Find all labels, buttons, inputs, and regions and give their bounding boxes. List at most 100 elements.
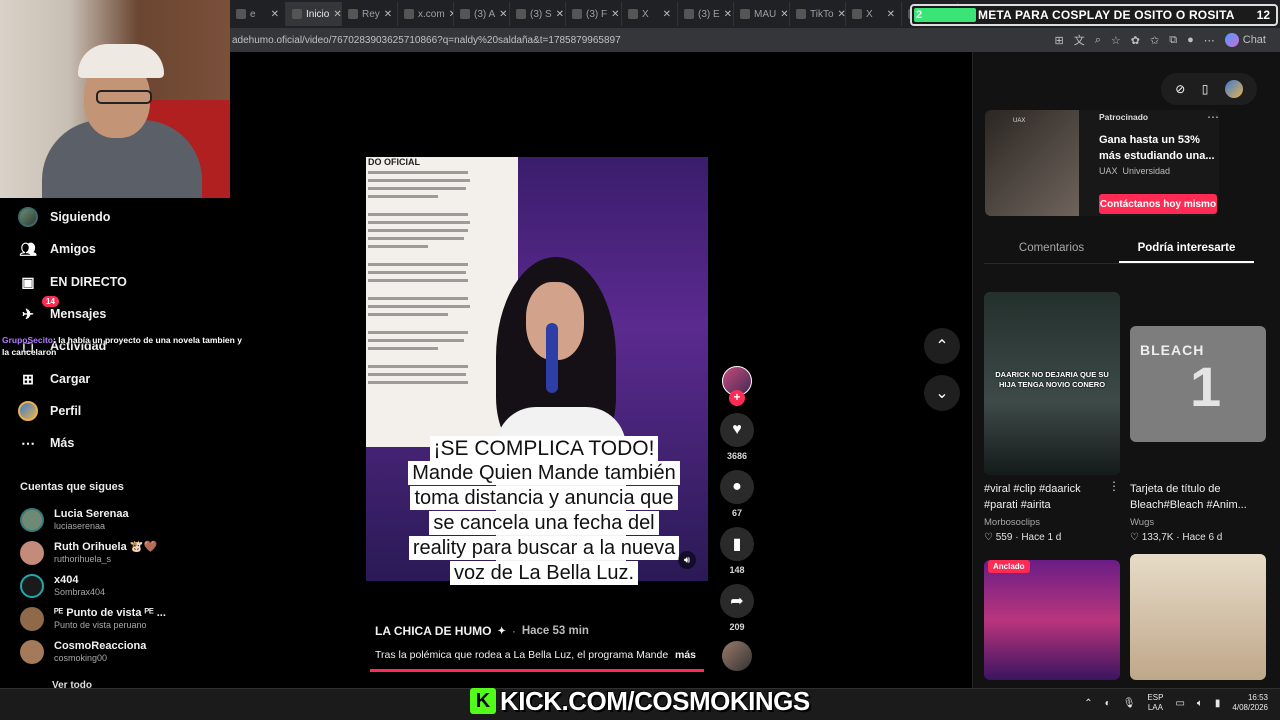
account-username: Punto de vista peruano — [54, 620, 147, 630]
previous-video-button[interactable]: ⌃ — [924, 328, 960, 364]
close-icon[interactable]: ✕ — [271, 9, 279, 20]
browser-tab[interactable]: Inicio ✕ — [286, 2, 342, 26]
following-account[interactable]: Ruth Orihuela 🐮🤎 ruthorihuela_s — [20, 541, 157, 565]
following-account[interactable]: ᴾᴱ Punto de vista ᴾᴱ ... Punto de vista p… — [20, 607, 166, 631]
bookmark-icon[interactable]: ▮ — [720, 527, 754, 561]
comment-icon[interactable]: ● — [720, 470, 754, 504]
browser-tab[interactable]: (3) F ✕ — [566, 2, 622, 26]
share-icon[interactable]: ➦ — [720, 584, 754, 618]
live-icon: ▣ — [21, 273, 35, 290]
following-account[interactable]: CosmoReacciona cosmoking00 — [20, 640, 146, 664]
nav-siguiendo[interactable]: Siguiendo — [18, 207, 110, 227]
menu-icon[interactable]: ⋯ — [1204, 34, 1215, 47]
music-disc-icon[interactable] — [722, 641, 752, 671]
volume-icon[interactable]: 🔊︎ — [678, 551, 696, 569]
browser-tab[interactable]: Rey ✕ — [342, 2, 398, 26]
browser-tab[interactable]: TikTo ✕ — [790, 2, 846, 26]
card-author[interactable]: Morbosoclips — [984, 517, 1040, 528]
tab-comentarios[interactable]: Comentarios — [984, 236, 1119, 263]
close-icon[interactable]: ✕ — [384, 9, 392, 20]
install-icon[interactable]: ⊞ — [1055, 34, 1064, 47]
share-action[interactable]: ➦ 209 — [720, 584, 754, 632]
close-icon[interactable]: ✕ — [838, 9, 845, 20]
card-likes: 133,7K — [1141, 532, 1174, 543]
following-account[interactable]: x404 Sombrax404 — [20, 574, 105, 598]
browser-tab[interactable]: (3) A ✕ — [454, 2, 510, 26]
recommended-video[interactable] — [1130, 554, 1266, 680]
translate-icon[interactable]: 文 — [1074, 32, 1085, 48]
card-title[interactable]: #viral #clip #daarick #parati #airita — [984, 481, 1106, 513]
recommended-video[interactable]: DAARICK NO DEJARIA QUE SU HIJA TENGA NOV… — [984, 292, 1120, 475]
video-progress[interactable] — [370, 669, 704, 672]
close-icon[interactable]: ✕ — [556, 9, 564, 20]
network-icon[interactable]: ▭ — [1175, 698, 1184, 709]
card-stats: ♡ 133,7K · Hace 6 d — [1130, 532, 1223, 543]
browser-tab[interactable]: X ✕ — [846, 2, 902, 26]
microphone-icon[interactable]: 🎙︎ — [1123, 698, 1136, 709]
caption-line: toma distancia y anuncia que — [410, 486, 678, 510]
like-action[interactable]: ♥ 3686 — [720, 413, 754, 461]
tab-podria-interesarte[interactable]: Podría interesarte — [1119, 236, 1254, 263]
close-icon[interactable]: ✕ — [333, 9, 341, 20]
follow-plus-icon[interactable]: + — [729, 390, 745, 406]
comment-action[interactable]: ● 67 — [720, 470, 754, 518]
extension-icon[interactable]: ✿ — [1131, 34, 1140, 47]
nav-mensajes[interactable]: ✈ 14 Mensajes — [18, 296, 106, 324]
close-icon[interactable]: ✕ — [887, 9, 895, 20]
speaker-icon[interactable]: 🔈︎ — [1197, 698, 1203, 709]
next-video-button[interactable]: ⌄ — [924, 375, 960, 411]
close-icon[interactable]: ✕ — [780, 9, 788, 20]
copilot-chat-button[interactable]: Chat — [1224, 33, 1266, 47]
tray-chevron-icon[interactable]: ⌃ — [1084, 698, 1092, 709]
account-icon[interactable]: ● — [1187, 34, 1194, 46]
favorites-icon[interactable]: ✩ — [1150, 34, 1159, 47]
heart-icon[interactable]: ♥ — [720, 413, 754, 447]
clock[interactable]: 16:53 4/08/2026 — [1232, 693, 1268, 713]
card-author[interactable]: Wugs — [1130, 517, 1154, 528]
language-indicator[interactable]: ESP LAA — [1147, 693, 1163, 713]
recommended-video[interactable]: Anclado — [984, 560, 1120, 680]
bookmark-star-icon[interactable]: ☆ — [1111, 34, 1121, 47]
ad-menu-icon[interactable]: ⋯ — [1207, 110, 1219, 124]
browser-tab[interactable]: x.com✕ — [398, 2, 454, 26]
nav-cargar[interactable]: ⊞ Cargar — [18, 369, 90, 389]
zoom-icon[interactable]: ⌕ — [1095, 34, 1101, 47]
browser-tab[interactable]: e ✕ — [230, 2, 286, 26]
battery-icon[interactable]: ▮ — [1215, 698, 1221, 709]
browser-tab[interactable]: MAU ✕ — [734, 2, 790, 26]
coins-icon[interactable]: ⊘ — [1175, 82, 1185, 96]
browser-tab[interactable]: (3) S ✕ — [510, 2, 566, 26]
card-time: Hace 1 d — [1021, 532, 1062, 543]
recommended-video[interactable]: BLEACH 1 — [1130, 326, 1266, 442]
card-title[interactable]: Tarjeta de título de Bleach#Bleach #Anim… — [1130, 481, 1270, 513]
ad-cta-button[interactable]: Contáctanos hoy mismo — [1099, 194, 1217, 214]
save-action[interactable]: ▮ 148 — [720, 527, 754, 575]
sponsored-ad[interactable]: UAX Patrocinado ⋯ Gana hasta un 53% más … — [985, 110, 1219, 216]
nav-mas[interactable]: ⋯ Más — [18, 433, 74, 453]
close-icon[interactable]: ✕ — [611, 9, 619, 20]
close-icon[interactable]: ✕ — [724, 9, 732, 20]
chevron-down-icon: ⌄ — [935, 385, 949, 402]
browser-tab[interactable]: X ✕ — [622, 2, 678, 26]
url-text[interactable]: adehumo.oficial/video/767028390362571086… — [232, 35, 621, 46]
nav-label: Cargar — [50, 372, 91, 386]
collections-icon[interactable]: ⧉ — [1169, 34, 1177, 47]
close-icon[interactable]: ✕ — [663, 9, 671, 20]
nav-amigos[interactable]: 👥︎ Amigos — [18, 239, 96, 259]
see-all-link[interactable]: Ver todo — [52, 680, 92, 688]
nav-en-directo[interactable]: ▣ EN DIRECTO — [18, 272, 127, 292]
tab-favicon-icon — [348, 9, 358, 19]
browser-tab[interactable]: (3) E ✕ — [678, 2, 734, 26]
more-link[interactable]: más — [675, 649, 696, 661]
tray-app-icon[interactable]: ◐ — [1105, 698, 1111, 709]
card-overlay-number: 1 — [1190, 355, 1222, 418]
author-name[interactable]: LA CHICA DE HUMO — [375, 624, 491, 638]
device-icon[interactable]: ▯ — [1202, 82, 1209, 96]
card-menu-icon[interactable]: ⋮ — [1108, 479, 1120, 493]
caption-line: voz de La Bella Luz. — [449, 561, 639, 585]
following-account[interactable]: Lucia Serenaa luciaserenaa — [20, 508, 129, 532]
nav-perfil[interactable]: Perfil — [18, 401, 81, 421]
more-icon: ⋯ — [21, 434, 35, 451]
user-avatar-icon[interactable] — [1224, 80, 1243, 98]
close-icon[interactable]: ✕ — [499, 9, 507, 20]
